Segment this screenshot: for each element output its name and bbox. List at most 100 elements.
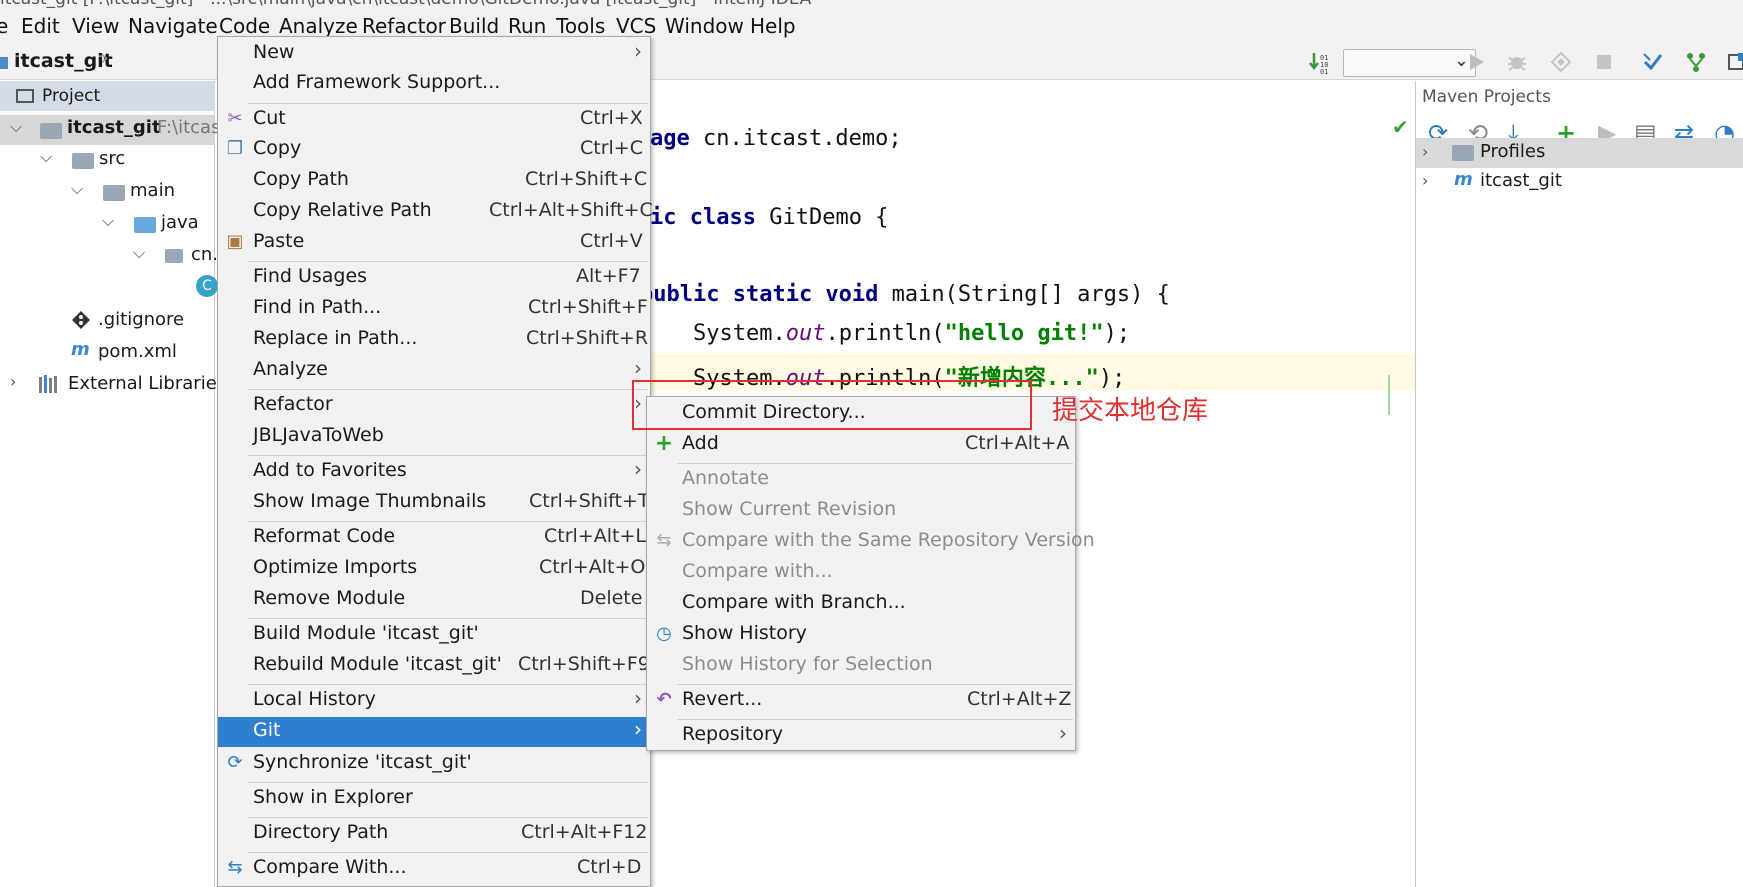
menu-item-compare-same-repo[interactable]: ⇆ Compare with the Same Repository Versio… <box>647 527 1094 555</box>
menu-item-replace-in-path[interactable]: Replace in Path... Ctrl+Shift+R <box>218 325 650 353</box>
maven-row-project[interactable]: › m itcast_git <box>1416 167 1743 197</box>
menu-edit[interactable]: Edit <box>21 14 60 38</box>
chevron-right-icon[interactable]: › <box>10 372 16 391</box>
menu-tools[interactable]: Tools <box>556 14 605 38</box>
menu-item-add-framework[interactable]: Add Framework Support... <box>218 69 650 97</box>
menu-item-cut[interactable]: ✂ Cut Ctrl+X <box>218 105 650 133</box>
menu-run[interactable]: Run <box>508 14 546 38</box>
breadcrumb[interactable]: itcast_git <box>14 50 113 72</box>
menu-item-new[interactable]: New › <box>218 39 650 67</box>
menu-item-label: Replace in Path... <box>253 327 418 349</box>
menu-item-build-module[interactable]: Build Module 'itcast_git' <box>218 620 650 648</box>
menu-item-compare-with[interactable]: ⇆ Compare With... Ctrl+D <box>218 854 650 882</box>
tree-item-src[interactable]: src <box>99 148 125 169</box>
menu-code[interactable]: Code <box>219 14 270 38</box>
code-text: ); <box>1098 366 1126 391</box>
maven-row-profiles[interactable]: › Profiles <box>1416 138 1743 168</box>
code-line-package: age cn.itcast.demo; <box>650 126 902 151</box>
menu-item-jbljavatoweb[interactable]: JBLJavaToWeb <box>218 422 650 450</box>
menu-navigate[interactable]: Navigate <box>128 14 218 38</box>
menu-build[interactable]: Build <box>449 14 499 38</box>
menu-item-find-usages[interactable]: Find Usages Alt+F7 <box>218 263 650 291</box>
menu-item-add-to-favorites[interactable]: Add to Favorites › <box>218 457 650 485</box>
tree-item-pom[interactable]: pom.xml <box>98 341 177 362</box>
menu-item-show-current-revision[interactable]: Show Current Revision <box>647 496 1075 524</box>
menu-refactor[interactable]: Refactor <box>362 14 446 38</box>
stop-icon[interactable] <box>1592 50 1616 74</box>
menu-vcs[interactable]: VCS <box>616 14 656 38</box>
menu-item-show-image-thumbnails[interactable]: Show Image Thumbnails Ctrl+Shift+T <box>218 488 650 516</box>
menu-item-show-history[interactable]: ◷ Show History <box>647 620 1075 648</box>
menu-item-repository[interactable]: Repository › <box>647 721 1075 749</box>
chevron-right-icon[interactable]: › <box>1422 171 1428 190</box>
menu-item-label: Copy <box>253 137 302 159</box>
menu-item-paste[interactable]: ▣ Paste Ctrl+V <box>218 228 650 256</box>
menu-item-copy-relative-path[interactable]: Copy Relative Path Ctrl+Alt+Shift+C <box>218 197 653 225</box>
code-keyword: age <box>650 126 703 151</box>
menu-item-label: Add <box>682 432 719 454</box>
menu-item-synchronize[interactable]: ⟳ Synchronize 'itcast_git' <box>218 749 650 777</box>
menu-item-label: Reformat Code <box>253 525 396 547</box>
menu-item-show-in-explorer[interactable]: Show in Explorer <box>218 784 650 812</box>
module-folder-icon <box>40 123 62 139</box>
coverage-icon[interactable] <box>1549 50 1573 74</box>
chevron-right-icon[interactable]: › <box>1422 142 1428 161</box>
menu-help[interactable]: Help <box>750 14 796 38</box>
vcs-update-icon[interactable]: 01 10 01 <box>1308 50 1332 74</box>
menu-item-optimize-imports[interactable]: Optimize Imports Ctrl+Alt+O <box>218 554 650 582</box>
menu-item-compare-with[interactable]: Compare with... <box>647 558 1075 586</box>
menu-item-reformat-code[interactable]: Reformat Code Ctrl+Alt+L <box>218 523 650 551</box>
menu-item-show-history-selection[interactable]: Show History for Selection <box>647 651 1075 679</box>
menu-item-copy-path[interactable]: Copy Path Ctrl+Shift+C <box>218 166 650 194</box>
tree-item-java[interactable]: java <box>161 212 199 233</box>
folder-icon <box>1452 145 1474 161</box>
menu-item-revert[interactable]: ↶ Revert... Ctrl+Alt+Z <box>647 686 1075 714</box>
menu-item-refactor[interactable]: Refactor › <box>218 391 650 419</box>
menu-item-local-history[interactable]: Local History › <box>218 686 650 714</box>
menu-item-label: Add to Favorites <box>253 459 407 481</box>
compare-icon: ⇆ <box>656 530 672 551</box>
menu-item-analyze[interactable]: Analyze › <box>218 356 650 384</box>
menu-file[interactable]: e <box>0 14 8 38</box>
menu-analyze[interactable]: Analyze <box>279 14 358 38</box>
vcs-branch-icon[interactable] <box>1684 50 1708 74</box>
run-configuration-select[interactable]: ⌄ <box>1343 49 1476 77</box>
menu-view[interactable]: View <box>72 14 119 38</box>
chevron-down-icon[interactable]: ⌵ <box>71 179 83 199</box>
code-line-class: ic class GitDemo { <box>650 205 888 230</box>
window-title-bar: itcast_git [F:\itcast_git] - ...\src\mai… <box>0 0 1743 10</box>
code-string: "hello git!" <box>944 321 1104 346</box>
vcs-commit-icon[interactable] <box>1641 50 1665 74</box>
tree-item-package[interactable]: cn. <box>191 244 218 265</box>
chevron-down-icon[interactable]: ⌵ <box>102 211 114 231</box>
menu-item-compare-with-branch[interactable]: Compare with Branch... <box>647 589 1075 617</box>
change-marker <box>1388 375 1390 415</box>
menu-item-directory-path[interactable]: Directory Path Ctrl+Alt+F12 <box>218 819 650 847</box>
menu-item-git[interactable]: Git › <box>218 717 650 747</box>
menu-item-find-in-path[interactable]: Find in Path... Ctrl+Shift+F <box>218 294 650 322</box>
tree-root-name[interactable]: itcast_git <box>67 117 161 138</box>
project-tool-window-header[interactable]: Project <box>0 81 215 111</box>
breadcrumb-separator-icon: › <box>100 46 109 71</box>
menu-item-copy[interactable]: ❐ Copy Ctrl+C <box>218 135 650 163</box>
tree-item-gitignore[interactable]: .gitignore <box>98 309 184 330</box>
chevron-down-icon[interactable]: ⌵ <box>133 243 145 263</box>
menu-window[interactable]: Window <box>665 14 744 38</box>
library-icon <box>39 375 57 393</box>
menu-item-rebuild-module[interactable]: Rebuild Module 'itcast_git' Ctrl+Shift+F9 <box>218 651 650 679</box>
chevron-down-icon[interactable]: ⌵ <box>10 117 22 137</box>
class-icon[interactable]: C <box>196 275 218 297</box>
debug-icon[interactable] <box>1505 50 1529 74</box>
code-text: ); <box>1103 321 1131 346</box>
run-icon[interactable] <box>1464 50 1488 74</box>
source-folder-icon <box>134 217 156 233</box>
tree-item-main[interactable]: main <box>130 180 175 201</box>
menu-item-annotate[interactable]: Annotate <box>647 465 1075 493</box>
menu-item-label: Show History for Selection <box>682 653 933 675</box>
project-structure-icon[interactable] <box>1726 50 1743 74</box>
chevron-down-icon[interactable]: ⌵ <box>40 147 52 167</box>
menu-item-remove-module[interactable]: Remove Module Delete <box>218 585 650 613</box>
menu-item-add[interactable]: + Add Ctrl+Alt+A <box>647 430 1075 458</box>
chevron-right-icon: › <box>634 356 642 380</box>
tree-item-external-libraries[interactable]: External Libraries <box>68 373 226 394</box>
